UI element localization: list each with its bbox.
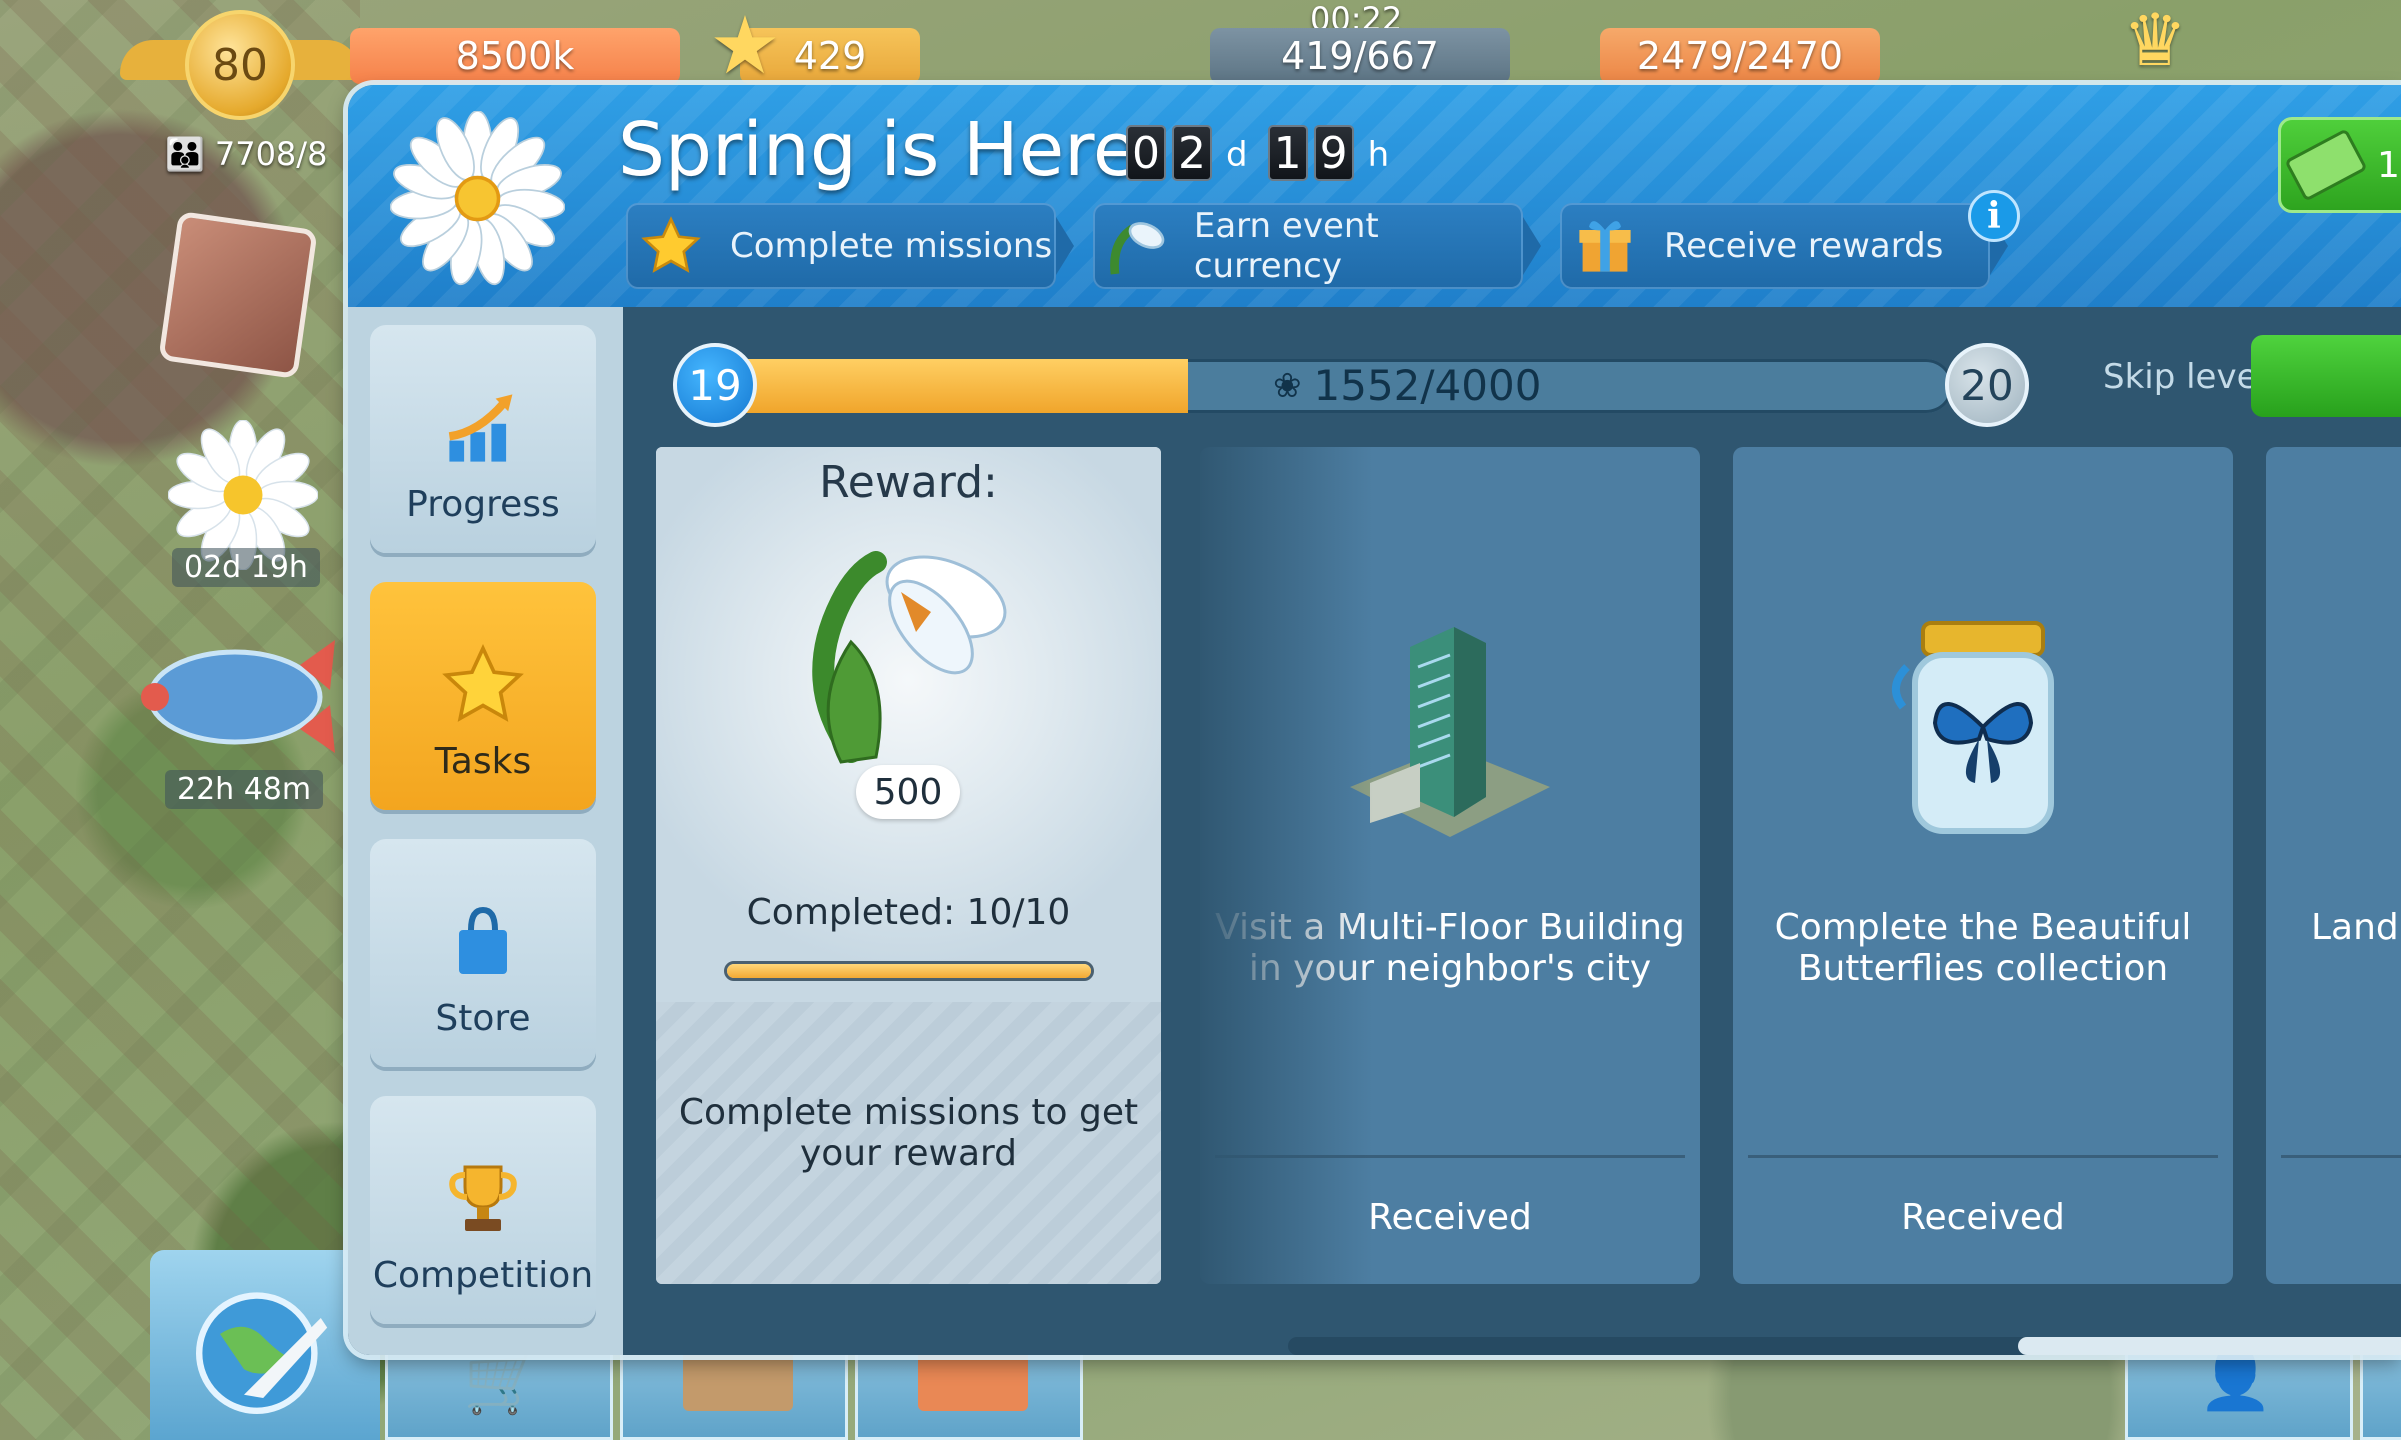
snowdrop-icon [812, 551, 1007, 764]
travel-globe-button[interactable] [150, 1250, 380, 1440]
stars-value: 429 [793, 34, 867, 78]
info-button[interactable]: i [1968, 190, 2020, 242]
progress-text: 1552/4000 [1313, 361, 1542, 410]
energy-counter[interactable]: 419/667 [1210, 28, 1510, 84]
coins-counter[interactable]: 8500k [350, 28, 680, 84]
countdown-digit: 9 [1313, 125, 1354, 181]
trophy-icon [435, 1151, 531, 1247]
horizontal-scrollbar[interactable] [1288, 1337, 2401, 1355]
event-title: Spring is Here [618, 107, 1139, 193]
event-countdown: 0 2 d 1 9 h [1126, 125, 1403, 181]
star-icon [634, 209, 708, 283]
cash-value: 1 [2377, 144, 2400, 186]
tab-progress[interactable]: Progress [370, 325, 596, 553]
tab-label: Competition [372, 1255, 594, 1296]
step-label: Earn event currency [1193, 206, 1379, 286]
event-header: Spring is Here 0 2 d 1 9 h Complete miss… [348, 85, 2401, 307]
task-description: Land [2311, 907, 2399, 948]
reward-hint: Complete missions to get your reward [678, 1092, 1139, 1175]
step-label: Receive rewards [1664, 226, 1944, 266]
task-status: Received [1368, 1197, 1532, 1238]
storage-counter[interactable]: 2479/2470 [1600, 28, 1880, 84]
diary-book-icon[interactable] [158, 210, 318, 380]
current-level-badge: 19 [673, 343, 757, 427]
event-sidebar: Progress Tasks Store Competition [348, 307, 623, 1355]
task-status: Received [1901, 1197, 2065, 1238]
countdown-digit: 2 [1172, 125, 1212, 181]
tasks-content: 19 20 ❀ 1552/4000 Skip level Reward: 500… [623, 307, 2401, 1355]
progress-fill [703, 359, 1188, 413]
event-timer-badge: 02d 19h [172, 548, 320, 587]
tab-competition[interactable]: Competition [370, 1096, 596, 1324]
population-counter[interactable]: 👪 7708/8 [165, 135, 327, 173]
reward-progress-bar [724, 961, 1094, 981]
star-icon [435, 637, 531, 733]
step-label: Complete missions [730, 226, 1053, 266]
population-value: 7708/8 [214, 135, 328, 173]
player-level: 80 [185, 10, 295, 120]
tab-label: Store [435, 998, 531, 1039]
shopping-bag-icon [435, 894, 531, 990]
countdown-unit-days: d [1226, 135, 1248, 175]
progress-chart-icon [435, 380, 531, 476]
tab-label: Progress [406, 484, 560, 525]
airship-timer-badge: 22h 48m [165, 770, 324, 809]
countdown-digit: 1 [1267, 125, 1308, 181]
task-description: Visit a Multi-Floor Building in your nei… [1215, 907, 1685, 990]
skip-level-button[interactable] [2251, 335, 2401, 417]
daisy-icon [390, 111, 565, 286]
reward-amount: 500 [856, 765, 960, 819]
star-icon: ★ [709, 0, 781, 92]
task-card[interactable]: Land [2266, 447, 2401, 1284]
gift-icon [1568, 209, 1642, 283]
step-complete-missions: Complete missions [626, 203, 1074, 289]
event-panel: Spring is Here 0 2 d 1 9 h Complete miss… [348, 85, 2401, 1355]
tab-store[interactable]: Store [370, 839, 596, 1067]
task-divider [1748, 1155, 2218, 1158]
task-divider [1215, 1155, 1685, 1158]
level-progress: 19 20 ❀ 1552/4000 [673, 343, 2033, 427]
butterfly-jar-icon [1892, 621, 2054, 834]
next-level-badge: 20 [1945, 343, 2029, 427]
step-earn-currency: Earn event currency [1093, 203, 1541, 289]
airship-icon[interactable] [130, 625, 340, 770]
progress-value: ❀ 1552/4000 [1273, 361, 1541, 410]
skip-level-label: Skip level [2103, 357, 2267, 397]
crown-icon[interactable]: ♛ [2090, 0, 2220, 82]
tab-tasks[interactable]: Tasks [370, 582, 596, 810]
step-receive-rewards: Receive rewards [1560, 203, 2008, 289]
snowdrop-icon [1101, 209, 1172, 283]
snowdrop-icon: ❀ [1273, 365, 1302, 406]
reward-progress-fill [727, 964, 1091, 978]
reward-completed-count: Completed: 10/10 [746, 892, 1071, 933]
task-description: Complete the Beautiful Butterflies colle… [1774, 907, 2192, 990]
player-level-badge[interactable]: 80 [120, 10, 360, 120]
countdown-digit: 0 [1126, 125, 1166, 181]
tab-label: Tasks [434, 741, 532, 782]
countdown-unit-hours: h [1367, 135, 1390, 175]
scrollbar-thumb[interactable] [2018, 1337, 2401, 1355]
people-icon: 👪 [165, 135, 205, 173]
task-card[interactable]: Complete the Beautiful Butterflies colle… [1733, 447, 2233, 1284]
globe-plane-icon [196, 1292, 328, 1414]
task-card[interactable]: Visit a Multi-Floor Building in your nei… [1200, 447, 1700, 1284]
reward-card[interactable]: Reward: 500 Completed: 10/10 Complete mi… [656, 447, 1161, 1284]
task-divider [2281, 1155, 2401, 1158]
cash-icon [2284, 128, 2368, 202]
skyscraper-icon [1350, 627, 1550, 837]
cash-shop-button[interactable]: 1 [2278, 117, 2401, 213]
reward-title: Reward: [819, 457, 998, 508]
